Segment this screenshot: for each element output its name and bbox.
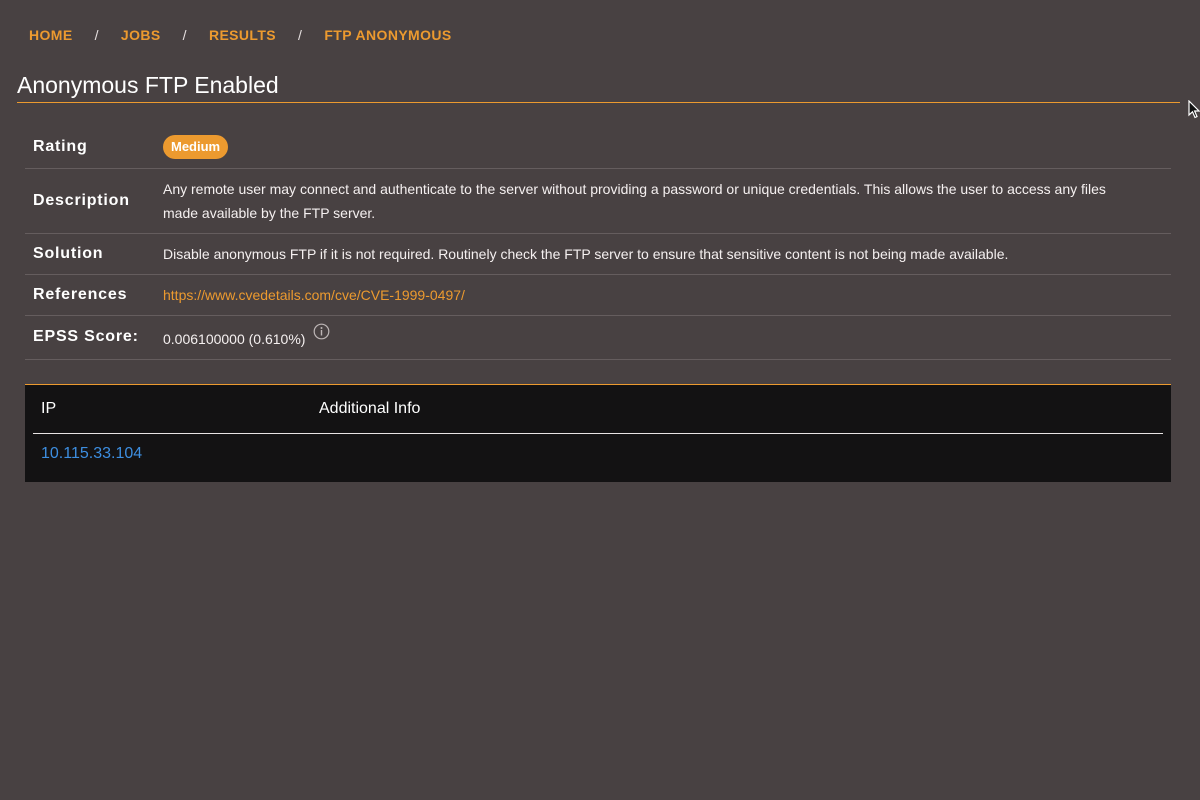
epss-score-value: 0.006100000 (0.610%)	[163, 331, 306, 347]
additional-info-cell	[311, 434, 1163, 475]
rating-badge: Medium	[163, 135, 229, 160]
epss-score-row: EPSS Score: 0.006100000 (0.610%)	[25, 315, 1171, 360]
affected-hosts-card: IP Additional Info 10.115.33.104	[25, 384, 1171, 482]
breadcrumb-results-link[interactable]: RESULTS	[209, 27, 276, 43]
description-label: Description	[25, 168, 162, 234]
breadcrumb-ftp-anonymous-link[interactable]: FTP ANONYMOUS	[324, 27, 451, 43]
ip-link[interactable]: 10.115.33.104	[41, 445, 142, 462]
vulnerability-details-table: Rating Medium Description Any remote use…	[25, 126, 1171, 360]
breadcrumb: HOME / JOBS / RESULTS / FTP ANONYMOUS	[29, 27, 452, 43]
info-circle-icon[interactable]	[313, 323, 330, 347]
breadcrumb-separator: /	[182, 27, 187, 43]
description-row: Description Any remote user may connect …	[25, 168, 1171, 234]
rating-label: Rating	[25, 126, 162, 169]
hosts-header-row: IP Additional Info	[33, 385, 1163, 434]
breadcrumb-jobs-link[interactable]: JOBS	[121, 27, 161, 43]
ip-cell: 10.115.33.104	[33, 434, 311, 475]
reference-link[interactable]: https://www.cvedetails.com/cve/CVE-1999-…	[163, 287, 465, 303]
solution-value: Disable anonymous FTP if it is not requi…	[162, 233, 1171, 275]
breadcrumb-home-link[interactable]: HOME	[29, 27, 73, 43]
references-label: References	[25, 274, 162, 316]
references-value-cell: https://www.cvedetails.com/cve/CVE-1999-…	[162, 274, 1171, 316]
description-value: Any remote user may connect and authenti…	[162, 168, 1171, 234]
rating-value-cell: Medium	[162, 126, 1171, 169]
breadcrumb-separator: /	[298, 27, 303, 43]
affected-hosts-table: IP Additional Info 10.115.33.104	[33, 385, 1163, 474]
epss-score-value-cell: 0.006100000 (0.610%)	[162, 315, 1171, 360]
page-title: Anonymous FTP Enabled	[17, 72, 1180, 103]
references-row: References https://www.cvedetails.com/cv…	[25, 274, 1171, 316]
epss-score-label: EPSS Score:	[25, 315, 162, 360]
ip-column-header[interactable]: IP	[33, 385, 311, 434]
breadcrumb-separator: /	[94, 27, 99, 43]
rating-row: Rating Medium	[25, 126, 1171, 169]
additional-info-column-header[interactable]: Additional Info	[311, 385, 1163, 434]
solution-label: Solution	[25, 233, 162, 275]
arrow-cursor-icon	[1188, 99, 1200, 124]
solution-row: Solution Disable anonymous FTP if it is …	[25, 233, 1171, 275]
table-row: 10.115.33.104	[33, 434, 1163, 475]
